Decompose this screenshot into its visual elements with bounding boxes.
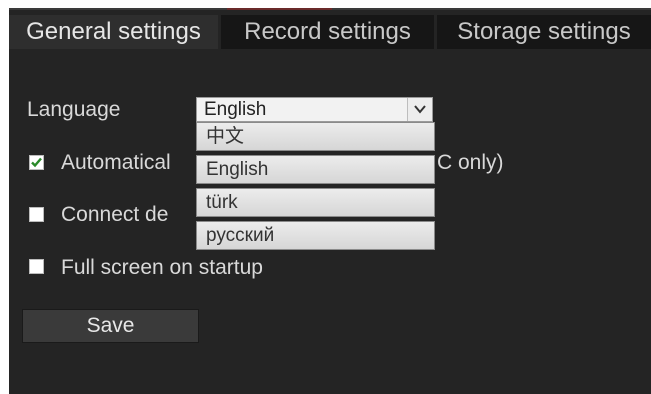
- fullscreen-option-label: Full screen on startup: [61, 256, 263, 279]
- settings-tabs: General settings Record settings Storage…: [9, 15, 651, 49]
- top-border-accent: [227, 8, 332, 10]
- tab-storage-settings[interactable]: Storage settings: [437, 15, 651, 49]
- language-select[interactable]: English: [196, 97, 433, 122]
- language-select-value: English: [204, 99, 267, 120]
- connect-option-label: Connect de: [61, 203, 169, 226]
- auto-checkbox[interactable]: [29, 155, 44, 170]
- language-label: Language: [27, 98, 121, 121]
- save-button[interactable]: Save: [22, 309, 199, 343]
- tab-general-settings[interactable]: General settings: [9, 15, 218, 49]
- chevron-down-icon[interactable]: [407, 98, 432, 121]
- auto-option-label: Automatical: [61, 151, 171, 174]
- language-option-english[interactable]: English: [196, 155, 435, 184]
- tab-record-settings[interactable]: Record settings: [221, 15, 434, 49]
- language-option-turkish[interactable]: türk: [196, 188, 435, 217]
- language-option-russian[interactable]: русский: [196, 221, 435, 250]
- fullscreen-checkbox[interactable]: [29, 259, 44, 274]
- language-option-chinese[interactable]: 中文: [196, 122, 435, 151]
- auto-option-label-tail: C only): [437, 151, 504, 174]
- settings-panel: General settings Record settings Storage…: [9, 8, 651, 394]
- connect-checkbox[interactable]: [29, 207, 44, 222]
- checkmark-icon: [31, 157, 42, 168]
